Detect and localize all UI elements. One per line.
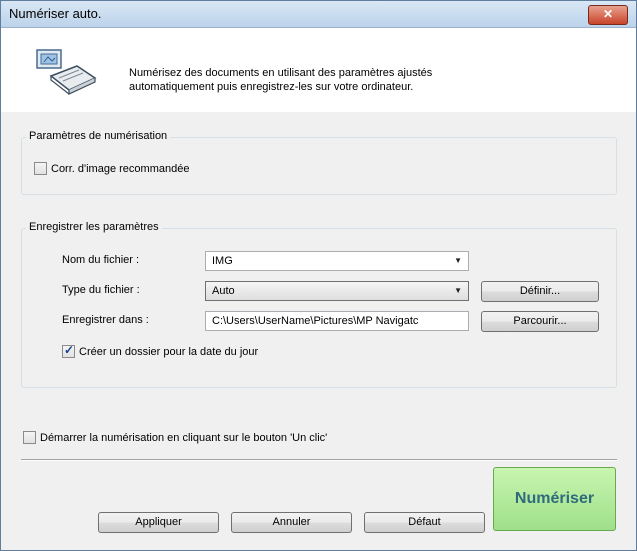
image-correction-label: Corr. d'image recommandée <box>51 162 190 175</box>
scan-settings-group: Paramètres de numérisation Corr. d'image… <box>21 130 617 195</box>
date-folder-label: Créer un dossier pour la date du jour <box>79 345 259 358</box>
dialog-header: Numérisez des documents en utilisant des… <box>1 28 636 112</box>
header-description: Numérisez des documents en utilisant des… <box>129 66 569 94</box>
file-type-label: Type du fichier : <box>62 284 140 296</box>
scan-settings-group-label: Paramètres de numérisation <box>26 130 171 142</box>
apply-button[interactable]: Appliquer <box>98 512 219 533</box>
cancel-button[interactable]: Annuler <box>231 512 352 533</box>
file-name-value: IMG <box>212 255 233 267</box>
save-in-value: C:\Users\UserName\Pictures\MP Navigatc <box>212 315 419 327</box>
save-in-field[interactable]: C:\Users\UserName\Pictures\MP Navigatc <box>205 311 469 331</box>
scanner-icon <box>35 48 97 99</box>
file-type-value: Auto <box>212 285 235 297</box>
separator-line <box>21 459 617 461</box>
auto-scan-dialog: Numériser auto. ✕ Numérisez des document… <box>0 0 637 551</box>
date-folder-row[interactable]: Créer un dossier pour la date du jour <box>62 343 259 358</box>
file-name-label: Nom du fichier : <box>62 254 140 266</box>
file-type-select[interactable]: Auto ▼ <box>205 281 469 301</box>
save-in-label: Enregistrer dans : <box>62 314 149 326</box>
one-click-label: Démarrer la numérisation en cliquant sur… <box>40 431 328 444</box>
header-description-line-1: Numérisez des documents en utilisant des… <box>129 67 433 79</box>
chevron-down-icon[interactable]: ▼ <box>454 282 462 300</box>
one-click-row[interactable]: Démarrer la numérisation en cliquant sur… <box>23 431 327 444</box>
scan-button[interactable]: Numériser <box>493 467 616 531</box>
image-correction-checkbox[interactable] <box>34 162 47 175</box>
one-click-checkbox[interactable] <box>23 431 36 444</box>
save-settings-group: Enregistrer les paramètres Nom du fichie… <box>21 221 617 388</box>
default-button[interactable]: Défaut <box>364 512 485 533</box>
image-correction-row[interactable]: Corr. d'image recommandée <box>34 162 189 175</box>
window-title: Numériser auto. <box>9 6 102 21</box>
browse-button[interactable]: Parcourir... <box>481 311 599 332</box>
date-folder-checkbox[interactable] <box>62 343 75 358</box>
define-button[interactable]: Définir... <box>481 281 599 302</box>
file-name-combobox[interactable]: IMG ▼ <box>205 251 469 271</box>
title-bar[interactable]: Numériser auto. ✕ <box>1 1 636 28</box>
header-description-line-2: automatiquement puis enregistrez-les sur… <box>129 81 414 93</box>
save-settings-group-label: Enregistrer les paramètres <box>26 221 162 233</box>
close-button[interactable]: ✕ <box>588 5 628 25</box>
chevron-down-icon[interactable]: ▼ <box>454 252 462 270</box>
